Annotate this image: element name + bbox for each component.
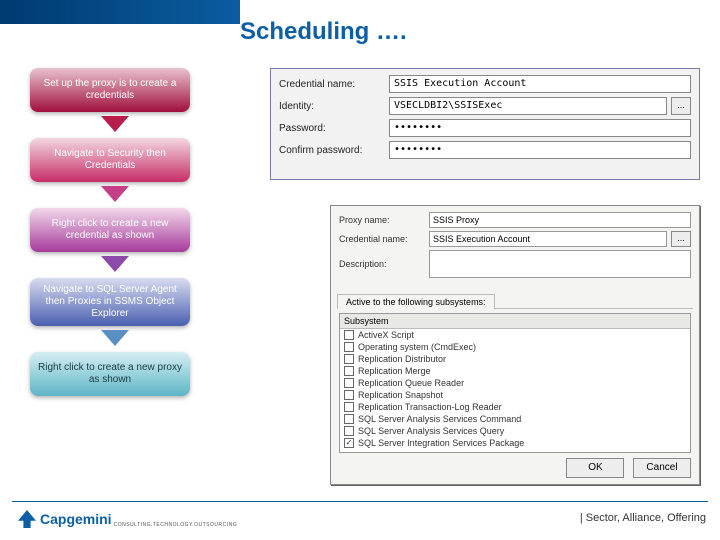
logo-name: Capgemini xyxy=(40,511,112,527)
credential-name-label: Credential name: xyxy=(279,79,389,90)
logo-tagline: CONSULTING.TECHNOLOGY.OUTSOURCING xyxy=(114,522,238,528)
description-input[interactable] xyxy=(429,250,691,278)
list-item[interactable]: Replication Merge xyxy=(340,365,690,377)
proxy-dialog: Proxy name: SSIS Proxy Credential name: … xyxy=(330,205,700,485)
subsystem-label: Operating system (CmdExec) xyxy=(358,342,476,352)
subsystem-label: Replication Queue Reader xyxy=(358,378,464,388)
subsystem-label: Replication Merge xyxy=(358,366,431,376)
subsystem-label: SQL Server Analysis Services Command xyxy=(358,414,521,424)
subsystems-list: Subsystem ActiveX Script Operating system… xyxy=(339,313,691,453)
subsystem-label: Replication Snapshot xyxy=(358,390,443,400)
footer-divider xyxy=(12,501,708,502)
checkbox-icon[interactable] xyxy=(344,402,354,412)
subsystem-header: Subsystem xyxy=(344,316,686,326)
list-item[interactable]: Replication Distributor xyxy=(340,353,690,365)
cancel-button[interactable]: Cancel xyxy=(633,458,691,478)
page-title: Scheduling …. xyxy=(240,18,407,46)
subsystem-label: SQL Server Analysis Services Query xyxy=(358,426,504,436)
subsystems-tab[interactable]: Active to the following subsystems: xyxy=(337,294,495,309)
list-item[interactable]: Replication Transaction-Log Reader xyxy=(340,401,690,413)
list-item[interactable]: SQL Server Analysis Services Query xyxy=(340,425,690,437)
subsystem-label: ActiveX Script xyxy=(358,330,414,340)
description-label: Description: xyxy=(339,259,429,269)
browse-button[interactable]: ... xyxy=(671,97,691,115)
proxy-name-input[interactable]: SSIS Proxy xyxy=(429,212,691,228)
step-flow: Set up the proxy is to create a credenti… xyxy=(30,68,200,396)
credential-dialog: Credential name: SSIS Execution Account … xyxy=(270,68,700,180)
logo-icon xyxy=(18,510,36,528)
subsystem-label: Replication Transaction-Log Reader xyxy=(358,402,502,412)
checkbox-icon[interactable] xyxy=(344,426,354,436)
ok-button[interactable]: OK xyxy=(566,458,624,478)
password-label: Password: xyxy=(279,123,389,134)
proxy-credential-label: Credential name: xyxy=(339,234,429,244)
list-item[interactable]: Replication Queue Reader xyxy=(340,377,690,389)
confirm-password-label: Confirm password: xyxy=(279,145,389,156)
footer-text: | Sector, Alliance, Offering xyxy=(580,512,706,524)
arrow-down-icon xyxy=(101,256,129,272)
header-accent xyxy=(0,0,240,24)
checkbox-icon[interactable] xyxy=(344,330,354,340)
logo: Capgemini CONSULTING.TECHNOLOGY.OUTSOURC… xyxy=(18,510,237,528)
proxy-credential-input[interactable]: SSIS Execution Account xyxy=(429,231,667,247)
list-item[interactable]: Operating system (CmdExec) xyxy=(340,341,690,353)
list-item[interactable]: SQL Server Analysis Services Command xyxy=(340,413,690,425)
step-1: Set up the proxy is to create a credenti… xyxy=(30,68,190,112)
step-2: Navigate to Security then Credentials xyxy=(30,138,190,182)
arrow-down-icon xyxy=(101,186,129,202)
confirm-password-input[interactable]: •••••••• xyxy=(389,141,691,159)
list-item[interactable]: ✓ SQL Server Integration Services Package xyxy=(340,437,690,449)
proxy-name-label: Proxy name: xyxy=(339,215,429,225)
checkbox-icon[interactable] xyxy=(344,378,354,388)
checkbox-icon[interactable]: ✓ xyxy=(344,438,354,448)
arrow-down-icon xyxy=(101,330,129,346)
credential-name-input[interactable]: SSIS Execution Account xyxy=(389,75,691,93)
checkbox-icon[interactable] xyxy=(344,342,354,352)
step-3: Right click to create a new credential a… xyxy=(30,208,190,252)
checkbox-icon[interactable] xyxy=(344,366,354,376)
list-item[interactable]: ActiveX Script xyxy=(340,329,690,341)
password-input[interactable]: •••••••• xyxy=(389,119,691,137)
subsystem-label: SQL Server Integration Services Package xyxy=(358,438,524,448)
subsystem-label: Replication Distributor xyxy=(358,354,446,364)
checkbox-icon[interactable] xyxy=(344,390,354,400)
identity-input[interactable]: VSECLDBI2\SSISExec xyxy=(389,97,667,115)
browse-button[interactable]: ... xyxy=(671,231,691,247)
step-4: Navigate to SQL Server Agent then Proxie… xyxy=(30,278,190,326)
step-5: Right click to create a new proxy as sho… xyxy=(30,352,190,396)
checkbox-icon[interactable] xyxy=(344,414,354,424)
identity-label: Identity: xyxy=(279,101,389,112)
list-item[interactable]: Replication Snapshot xyxy=(340,389,690,401)
arrow-down-icon xyxy=(101,116,129,132)
checkbox-icon[interactable] xyxy=(344,354,354,364)
